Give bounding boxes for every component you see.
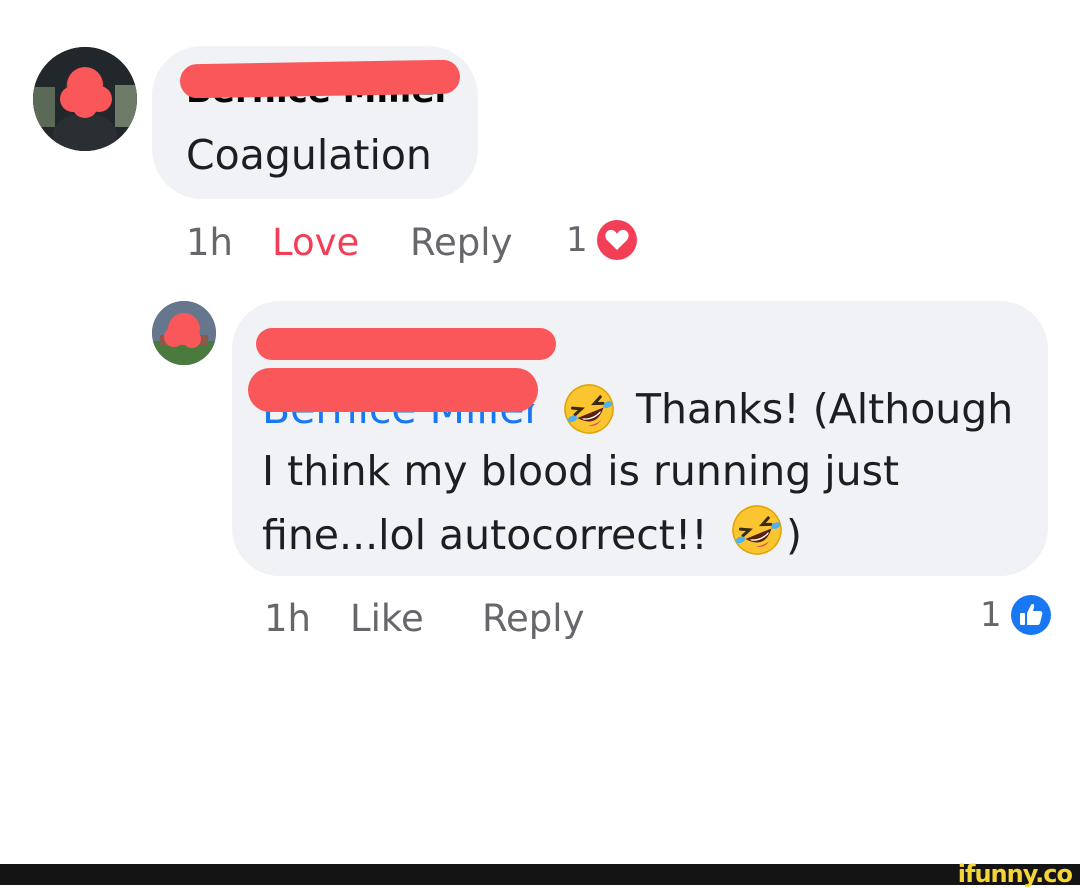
timestamp[interactable]: 1h	[264, 597, 311, 640]
avatar-photo	[152, 301, 216, 365]
reaction-count: 1	[566, 220, 588, 260]
reaction-count: 1	[980, 595, 1002, 635]
redaction-mark	[179, 59, 461, 99]
comment-text: I think my blood is running just	[262, 447, 900, 495]
redaction-mark	[256, 328, 556, 360]
commenter-avatar[interactable]	[152, 301, 216, 365]
comment-text: Coagulation	[186, 131, 432, 179]
reaction-summary[interactable]: 1	[980, 594, 1052, 636]
thumbs-up-icon	[1010, 595, 1051, 635]
avatar-photo	[33, 47, 137, 151]
reply-button[interactable]: Reply	[482, 597, 584, 640]
commenter-avatar[interactable]	[33, 47, 137, 151]
like-button[interactable]: Like	[350, 597, 424, 640]
reaction-summary[interactable]: 1	[566, 219, 638, 261]
redaction-mark	[248, 368, 538, 412]
comment-text: Thanks! (Although	[636, 385, 1014, 433]
comment-text: )	[786, 511, 802, 559]
rolling-on-floor-laughing-icon	[732, 505, 782, 555]
watermark-logo: ifunny.co	[957, 860, 1073, 888]
love-reaction-button[interactable]: Love	[272, 221, 359, 264]
rolling-on-floor-laughing-icon	[564, 384, 614, 434]
watermark-bar: ifunny.co	[0, 860, 1080, 888]
comment-text: fine...lol autocorrect!!	[262, 511, 708, 559]
timestamp[interactable]: 1h	[186, 221, 233, 264]
heart-icon	[596, 220, 637, 260]
reply-button[interactable]: Reply	[410, 221, 512, 264]
